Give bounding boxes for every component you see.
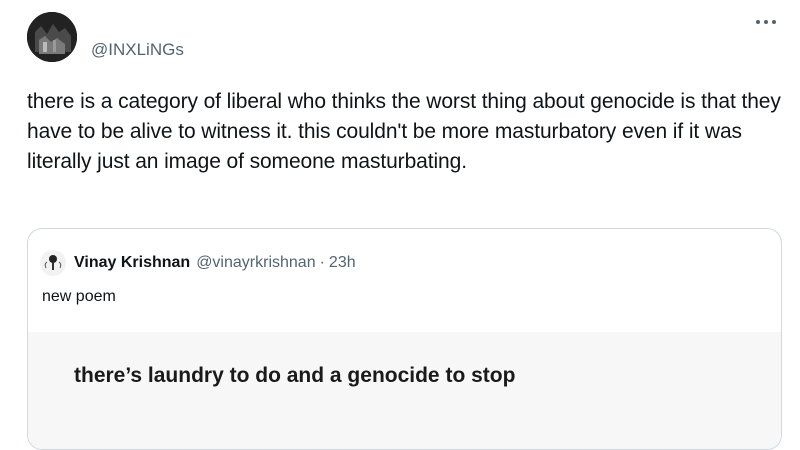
quoted-tweet[interactable]: Vinay Krishnan @vinayrkrishnan · 23h new…: [27, 228, 782, 450]
quoted-timestamp[interactable]: 23h: [329, 254, 356, 272]
avatar[interactable]: [27, 12, 77, 62]
more-horizontal-icon: [756, 20, 776, 24]
quoted-author-handle[interactable]: @vinayrkrishnan: [196, 254, 315, 272]
more-options-button[interactable]: [751, 14, 781, 30]
quoted-tweet-text: new poem: [42, 288, 116, 305]
quoted-author-name[interactable]: Vinay Krishnan: [74, 254, 190, 272]
quoted-tweet-header: Vinay Krishnan @vinayrkrishnan · 23h: [40, 250, 356, 276]
quoted-media[interactable]: there’s laundry to do and a genocide to …: [28, 332, 781, 449]
quoted-avatar-image: [40, 250, 66, 276]
tweet-text: there is a category of liberal who think…: [27, 90, 781, 173]
separator-dot: ·: [319, 254, 325, 271]
quoted-avatar[interactable]: [40, 250, 66, 276]
avatar-image: [27, 12, 77, 62]
quoted-media-text: there’s laundry to do and a genocide to …: [74, 364, 516, 387]
author-handle[interactable]: @INXLiNGs: [91, 40, 184, 60]
